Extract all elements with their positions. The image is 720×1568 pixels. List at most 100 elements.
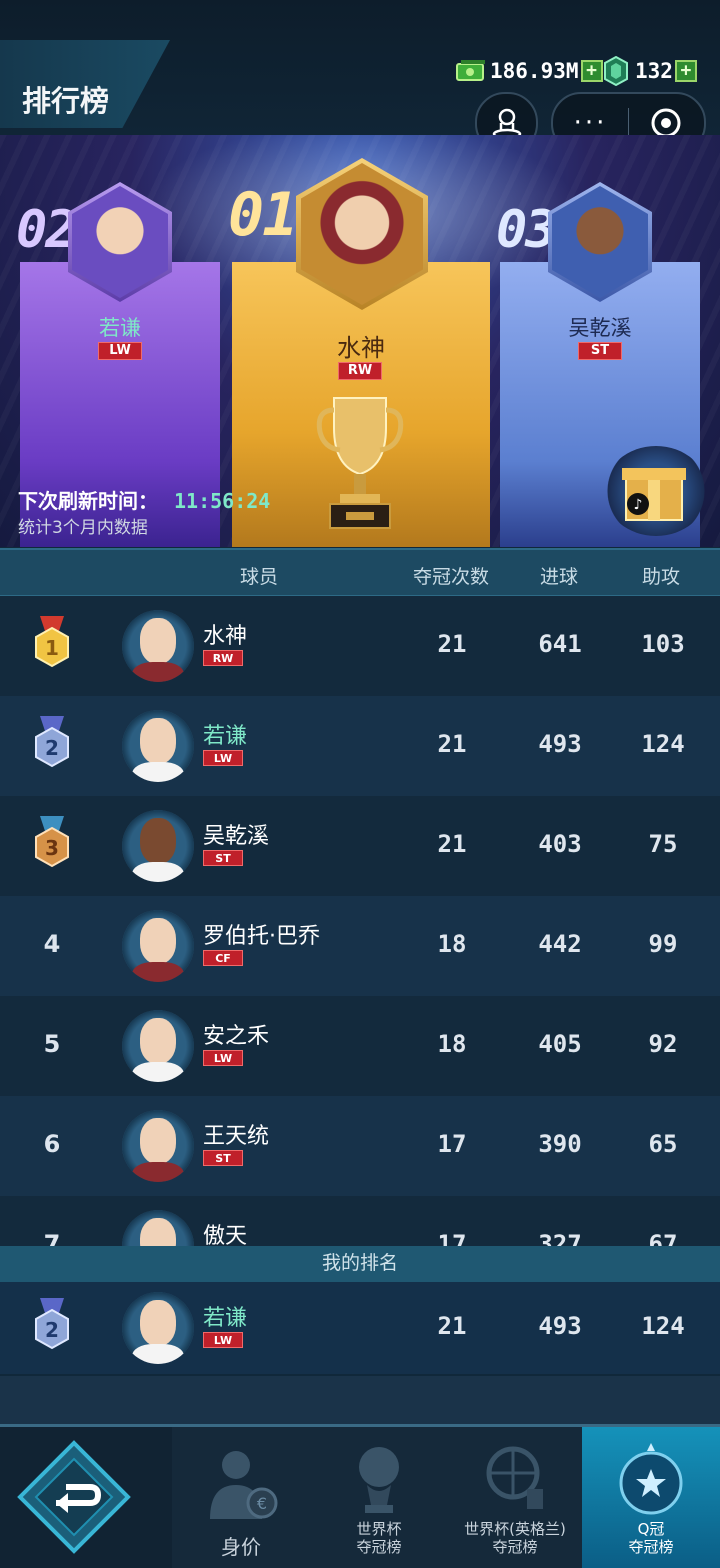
podium-rank-1: 01 xyxy=(228,180,298,250)
rank-number: 6 xyxy=(43,1130,61,1158)
player-position: LW xyxy=(203,1050,243,1066)
gem-value: 132 xyxy=(635,59,673,83)
my-titles: 21 xyxy=(437,1312,467,1340)
table-header: 球员 夺冠次数 进球 助攻 xyxy=(0,548,720,596)
my-assists: 124 xyxy=(641,1312,685,1340)
medal-3-icon: 3 xyxy=(22,816,82,876)
stat-note: 统计3个月内数据 xyxy=(18,518,148,538)
avatar xyxy=(122,810,194,882)
avatar xyxy=(122,1010,194,1082)
back-arrow-icon xyxy=(17,1440,131,1554)
medal-rank: 2 xyxy=(45,736,59,760)
medal-2-icon: 2 xyxy=(22,1298,82,1358)
goals-count: 405 xyxy=(538,1030,582,1058)
assists-count: 99 xyxy=(648,930,678,958)
goals-count: 641 xyxy=(538,630,582,658)
avatar xyxy=(122,610,194,682)
player-position: LW xyxy=(203,750,243,766)
tab-value[interactable]: € 身价 xyxy=(172,1427,310,1568)
player-name: 王天统 xyxy=(203,1124,270,1149)
tab-qcup[interactable]: Q冠 夺冠榜 xyxy=(582,1427,720,1568)
more-icon[interactable]: ··· xyxy=(553,110,628,136)
table-row[interactable]: 7 傲天 17 327 67 xyxy=(0,1196,720,1282)
col-titles: 夺冠次数 xyxy=(413,566,490,588)
avatar xyxy=(122,1292,194,1364)
my-name: 若谦 xyxy=(203,1306,248,1331)
titles-count: 18 xyxy=(437,930,467,958)
rank-number: 4 xyxy=(43,930,61,958)
table-row[interactable]: 1 水神 RW 21 641 103 xyxy=(0,596,720,696)
svg-text:♪: ♪ xyxy=(634,497,643,513)
goals-count: 403 xyxy=(538,830,582,858)
assists-count: 124 xyxy=(641,730,685,758)
trophy-icon xyxy=(312,388,408,538)
player-name: 安之禾 xyxy=(203,1024,270,1049)
assists-count: 103 xyxy=(641,630,685,658)
podium-pos-2: LW xyxy=(98,342,142,360)
assists-count: 65 xyxy=(648,1130,678,1158)
app-root: { "header": { "title": "排行榜", "currency1… xyxy=(0,0,720,1568)
avatar xyxy=(122,710,194,782)
gem-icon xyxy=(600,56,632,86)
rank-number: 5 xyxy=(43,1030,61,1058)
titles-count: 21 xyxy=(437,630,467,658)
refresh-time: 11:56:24 xyxy=(174,489,271,513)
assists-count: 75 xyxy=(648,830,678,858)
my-rank-row[interactable]: 2 若谦 LW 21 493 124 xyxy=(0,1282,720,1374)
gift-box-button[interactable]: ♪ xyxy=(604,446,708,536)
medal-1-icon: 1 xyxy=(22,616,82,676)
player-name: 罗伯托·巴乔 xyxy=(203,924,320,949)
bottom-nav: € 身价 世界杯 夺冠榜 世界杯(英格兰) 夺冠榜 Q冠 夺冠榜 xyxy=(0,1424,720,1568)
player-name: 若谦 xyxy=(203,724,248,749)
col-assists: 助攻 xyxy=(642,566,681,588)
player-name: 水神 xyxy=(203,624,248,649)
table-row[interactable]: 5 安之禾 LW 18 405 92 xyxy=(0,996,720,1096)
tab-worldcup-england-label: 世界杯(英格兰) 夺冠榜 xyxy=(464,1520,566,1556)
table-row[interactable]: 6 王天统 ST 17 390 65 xyxy=(0,1096,720,1196)
titles-count: 18 xyxy=(437,1030,467,1058)
podium-rank-3: 03 xyxy=(496,200,557,260)
spacer-bar xyxy=(0,1376,720,1424)
svg-text:2: 2 xyxy=(45,1318,59,1342)
player-value-icon: € xyxy=(210,1451,278,1519)
medal-rank: 1 xyxy=(45,636,59,660)
goals-count: 390 xyxy=(538,1130,582,1158)
refresh-label: 下次刷新时间： xyxy=(18,489,158,513)
gift-box-icon: ♪ xyxy=(622,468,686,521)
tab-worldcup[interactable]: 世界杯 夺冠榜 xyxy=(310,1427,448,1568)
assists-count: 92 xyxy=(648,1030,678,1058)
podium-name-1: 水神 xyxy=(337,334,385,362)
podium-name-3: 吴乾溪 xyxy=(568,316,632,340)
titles-count: 17 xyxy=(437,1130,467,1158)
svg-text:€: € xyxy=(257,1494,267,1513)
my-rank-header: 我的排名 xyxy=(0,1246,720,1282)
player-position: ST xyxy=(203,1150,243,1166)
my-goals: 493 xyxy=(538,1312,582,1340)
player-position: RW xyxy=(203,650,243,666)
page-title: 排行榜 xyxy=(22,84,110,118)
avatar xyxy=(122,1110,194,1182)
cash-value: 186.93M xyxy=(490,59,579,83)
player-position: ST xyxy=(203,850,243,866)
cash-stack-icon xyxy=(455,57,487,85)
col-goals: 进球 xyxy=(540,566,579,588)
add-gem-button[interactable]: + xyxy=(674,60,697,82)
col-player: 球员 xyxy=(240,566,279,588)
globe-trophy-icon xyxy=(486,1446,543,1509)
medal-2-icon: 2 xyxy=(22,716,82,776)
goals-count: 493 xyxy=(538,730,582,758)
tab-worldcup-england[interactable]: 世界杯(英格兰) 夺冠榜 xyxy=(448,1427,582,1568)
cash-balance: 186.93M + xyxy=(455,56,603,86)
podium-pos-1: RW xyxy=(338,362,382,380)
tab-qcup-label: Q冠 夺冠榜 xyxy=(628,1520,674,1556)
avatar xyxy=(122,910,194,982)
table-row[interactable]: 3 吴乾溪 ST 21 403 75 xyxy=(0,796,720,896)
player-name: 吴乾溪 xyxy=(203,824,270,849)
starball-icon xyxy=(619,1443,683,1515)
table-row[interactable]: 4 罗伯托·巴乔 CF 18 442 99 xyxy=(0,896,720,996)
back-button[interactable] xyxy=(0,1427,172,1568)
tab-worldcup-label: 世界杯 夺冠榜 xyxy=(356,1520,402,1556)
gem-balance: 132 + xyxy=(600,56,697,86)
podium-rank-2: 02 xyxy=(16,200,77,260)
table-row[interactable]: 2 若谦 LW 21 493 124 xyxy=(0,696,720,796)
